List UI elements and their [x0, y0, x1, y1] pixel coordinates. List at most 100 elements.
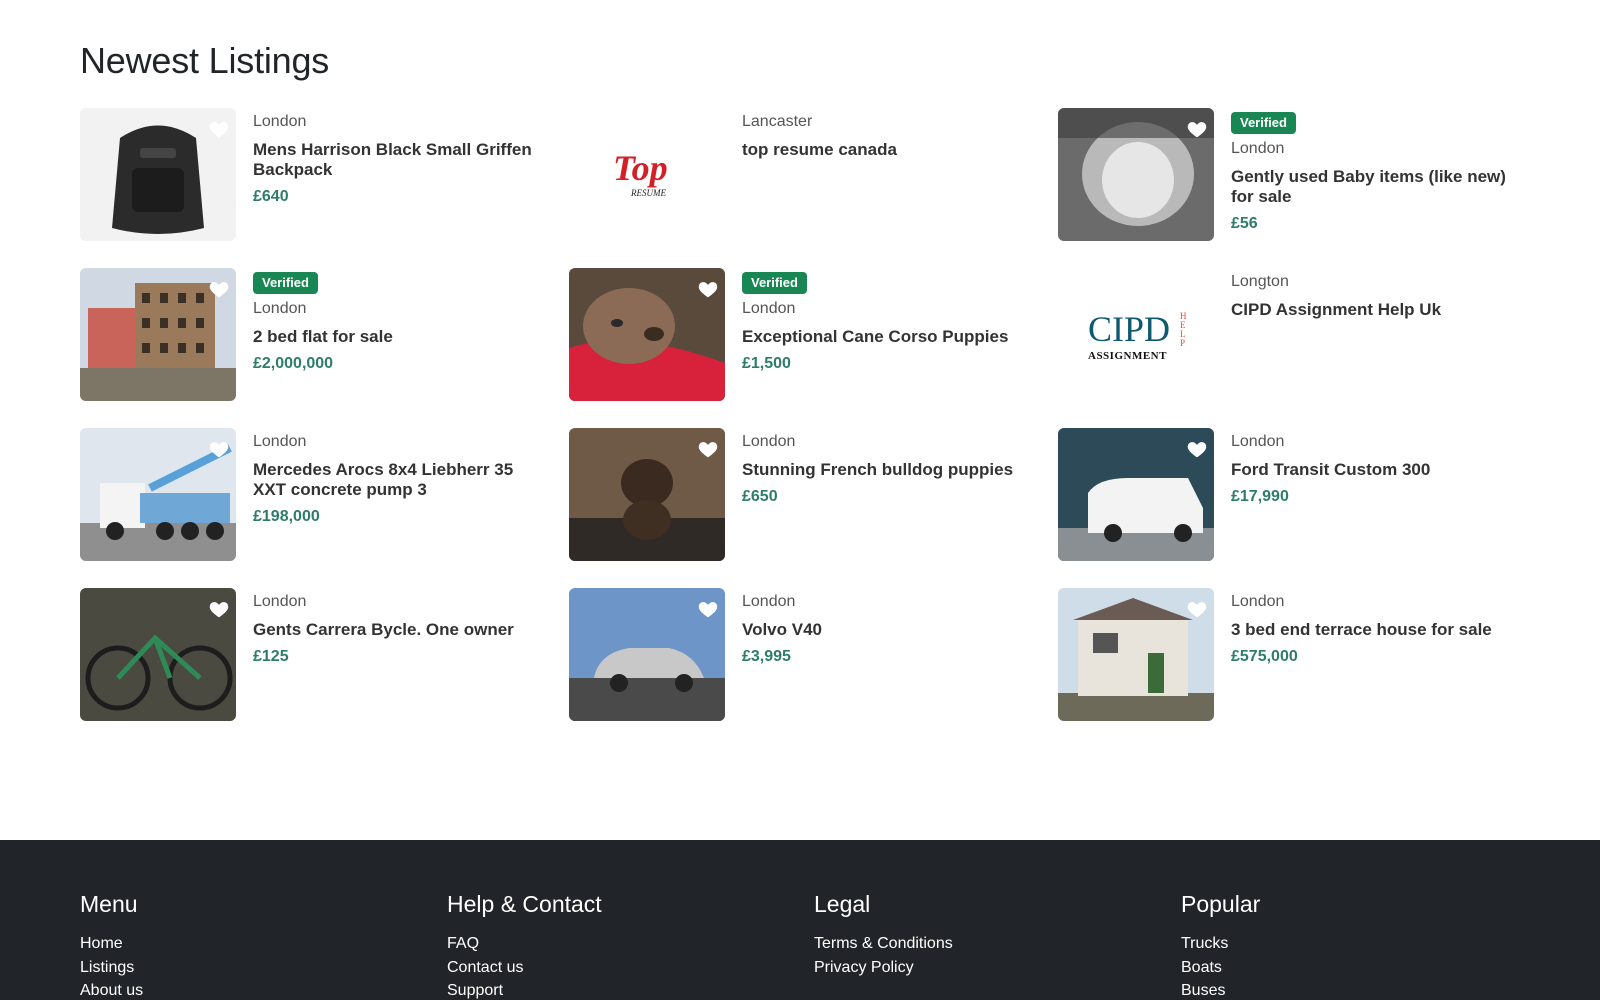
listing-location: London: [742, 433, 796, 450]
favorite-heart-icon[interactable]: [208, 278, 230, 300]
footer-heading: Help & Contact: [447, 891, 602, 917]
listing-location: London: [742, 593, 796, 610]
footer-link[interactable]: FAQ: [447, 932, 787, 956]
listing-price: £56: [1231, 215, 1258, 232]
listing-info: London Stunning French bulldog puppies £65…: [742, 432, 1032, 507]
listing-info: Longton CIPD Assignment Help Uk: [1231, 272, 1521, 327]
section-title: Newest Listings: [80, 40, 330, 81]
footer: Menu Home Listings About us Help & Contact FA…: [0, 840, 1600, 1000]
favorite-heart-icon[interactable]: [208, 438, 230, 460]
listing-info: London Gents Carrera Bycle. One owner £125: [253, 592, 543, 667]
favorite-heart-icon[interactable]: [697, 598, 719, 620]
listing-card[interactable]: London Gents Carrera Bycle. One owner £125: [80, 588, 550, 721]
top-resume-logo-subtext: RESUME: [631, 188, 666, 198]
cipd-logo-text: CIPD: [1088, 309, 1171, 349]
listing-card[interactable]: London Volvo V40 £3,995: [569, 588, 1039, 721]
listing-image[interactable]: [569, 268, 725, 401]
footer-link[interactable]: Listings: [80, 956, 420, 980]
listing-price: £125: [253, 648, 289, 665]
favorite-heart-icon[interactable]: [697, 438, 719, 460]
listing-location: London: [742, 300, 796, 317]
footer-heading: Menu: [80, 891, 138, 917]
listing-image[interactable]: [1058, 588, 1214, 721]
listing-location: London: [1231, 593, 1285, 610]
listing-location: London: [1231, 433, 1285, 450]
listing-info: Verified London Exceptional Cane Corso Pup…: [742, 272, 1032, 374]
listing-location: Lancaster: [742, 113, 813, 130]
listing-card[interactable]: Verified London Exceptional Cane Corso Pup…: [569, 268, 1039, 401]
listing-title[interactable]: top resume canada: [742, 140, 1032, 160]
listing-title[interactable]: Stunning French bulldog puppies: [742, 460, 1032, 480]
listing-image[interactable]: [80, 588, 236, 721]
listing-image[interactable]: CIPD ASSIGNMENT HELP: [1058, 268, 1214, 401]
listing-info: London Mercedes Arocs 8x4 Liebherr 35 XXT…: [253, 432, 543, 527]
listing-image[interactable]: [1058, 108, 1214, 241]
listing-title[interactable]: CIPD Assignment Help Uk: [1231, 300, 1521, 320]
favorite-heart-icon[interactable]: [1186, 118, 1208, 140]
footer-column: Legal Terms & Conditions Privacy Policy: [814, 890, 1154, 979]
listing-card[interactable]: Top RESUME Lancaster top resume canada: [569, 108, 1039, 241]
listing-info: Verified London Gently used Baby items (li…: [1231, 112, 1521, 234]
listing-image[interactable]: [569, 428, 725, 561]
listing-title[interactable]: Volvo V40: [742, 620, 1032, 640]
listing-card[interactable]: Verified London Gently used Baby items (li…: [1058, 108, 1528, 241]
listing-info: London 3 bed end terrace house for sale £5…: [1231, 592, 1521, 667]
listing-info: Verified London 2 bed flat for sale £2,000,…: [253, 272, 543, 374]
listing-price: £575,000: [1231, 648, 1298, 665]
listing-info: Lancaster top resume canada: [742, 112, 1032, 167]
footer-link[interactable]: Trucks: [1181, 932, 1521, 956]
listing-title[interactable]: Mens Harrison Black Small Griffen Backpa…: [253, 140, 543, 180]
footer-link[interactable]: Boats: [1181, 956, 1521, 980]
listing-title[interactable]: Mercedes Arocs 8x4 Liebherr 35 XXT concr…: [253, 460, 543, 500]
listing-price: £3,995: [742, 648, 791, 665]
listing-price: £650: [742, 488, 778, 505]
listing-card[interactable]: London Mens Harrison Black Small Griffen …: [80, 108, 550, 241]
footer-column: Popular Trucks Boats Buses: [1181, 890, 1521, 1000]
cipd-logo-subtext: ASSIGNMENT: [1088, 350, 1167, 362]
listing-title[interactable]: Gents Carrera Bycle. One owner: [253, 620, 543, 640]
listing-title[interactable]: Exceptional Cane Corso Puppies: [742, 327, 1032, 347]
listing-image[interactable]: Top RESUME: [569, 108, 725, 241]
favorite-heart-icon[interactable]: [1186, 598, 1208, 620]
listing-card[interactable]: London 3 bed end terrace house for sale £5…: [1058, 588, 1528, 721]
favorite-heart-icon[interactable]: [208, 118, 230, 140]
footer-link[interactable]: Buses: [1181, 979, 1521, 1000]
listing-info: London Volvo V40 £3,995: [742, 592, 1032, 667]
footer-heading: Popular: [1181, 891, 1261, 917]
listing-title[interactable]: 3 bed end terrace house for sale: [1231, 620, 1521, 640]
listing-image[interactable]: [1058, 428, 1214, 561]
listing-card[interactable]: London Mercedes Arocs 8x4 Liebherr 35 XXT…: [80, 428, 550, 561]
footer-column: Help & Contact FAQ Contact us Support: [447, 890, 787, 1000]
cipd-logo-side-text: HELP: [1180, 311, 1187, 348]
listing-card[interactable]: Verified London 2 bed flat for sale £2,000,…: [80, 268, 550, 401]
listing-title[interactable]: 2 bed flat for sale: [253, 327, 543, 347]
footer-link[interactable]: About us: [80, 979, 420, 1000]
verified-badge: Verified: [742, 272, 807, 294]
footer-link[interactable]: Contact us: [447, 956, 787, 980]
verified-badge: Verified: [253, 272, 318, 294]
listing-card[interactable]: CIPD ASSIGNMENT HELP Longton CIPD Assignment…: [1058, 268, 1528, 401]
footer-link[interactable]: Support: [447, 979, 787, 1000]
listing-price: £640: [253, 188, 289, 205]
listing-title[interactable]: Gently used Baby items (like new) for sa…: [1231, 167, 1521, 207]
favorite-heart-icon[interactable]: [208, 598, 230, 620]
listing-card[interactable]: London Stunning French bulldog puppies £65…: [569, 428, 1039, 561]
listing-location: London: [253, 433, 307, 450]
footer-heading: Legal: [814, 891, 871, 917]
listing-image[interactable]: [80, 108, 236, 241]
footer-column: Menu Home Listings About us: [80, 890, 420, 1000]
footer-link[interactable]: Home: [80, 932, 420, 956]
footer-link[interactable]: Privacy Policy: [814, 956, 1154, 980]
listing-price: £1,500: [742, 355, 791, 372]
favorite-heart-icon[interactable]: [1186, 438, 1208, 460]
listing-info: London Ford Transit Custom 300 £17,990: [1231, 432, 1521, 507]
listing-image[interactable]: [80, 428, 236, 561]
listing-location: Longton: [1231, 273, 1289, 290]
listing-image[interactable]: [80, 268, 236, 401]
listing-image[interactable]: [569, 588, 725, 721]
listing-card[interactable]: London Ford Transit Custom 300 £17,990: [1058, 428, 1528, 561]
favorite-heart-icon[interactable]: [697, 278, 719, 300]
listing-location: London: [1231, 140, 1285, 157]
footer-link[interactable]: Terms & Conditions: [814, 932, 1154, 956]
listing-title[interactable]: Ford Transit Custom 300: [1231, 460, 1521, 480]
